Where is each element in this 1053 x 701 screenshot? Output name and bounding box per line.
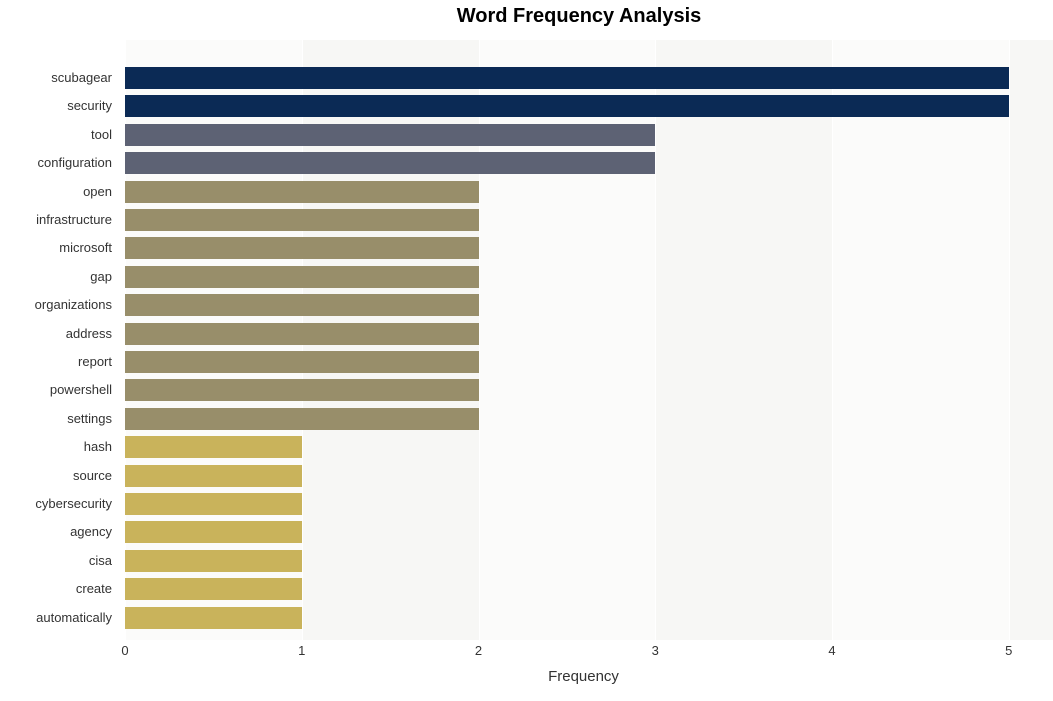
bar [125,237,479,259]
bar [125,550,302,572]
bar [125,578,302,600]
y-tick-label: infrastructure [8,209,118,231]
bar [125,209,479,231]
y-tick-label: source [8,465,118,487]
y-tick-label: settings [8,408,118,430]
bar [125,323,479,345]
bar [125,408,479,430]
bar [125,436,302,458]
chart-title: Word Frequency Analysis [10,5,1043,28]
bar [125,379,479,401]
y-tick-label: cisa [8,550,118,572]
bar [125,607,302,629]
y-tick-label: agency [8,521,118,543]
x-tick-label: 1 [298,643,305,658]
x-tick-label: 0 [121,643,128,658]
y-tick-label: organizations [8,294,118,316]
x-axis-label: Frequency [67,668,1053,685]
x-tick-label: 3 [652,643,659,658]
plot-area [125,40,1053,640]
y-tick-label: security [8,95,118,117]
bar [125,152,655,174]
bar [125,124,655,146]
y-tick-label: scubagear [8,67,118,89]
y-tick-label: configuration [8,152,118,174]
y-tick-label: hash [8,436,118,458]
y-tick-label: report [8,351,118,373]
y-tick-label: create [8,578,118,600]
x-tick-label: 4 [828,643,835,658]
bar [125,465,302,487]
bar [125,294,479,316]
bar [125,521,302,543]
y-tick-label: open [8,181,118,203]
bar [125,181,479,203]
bar [125,493,302,515]
y-tick-label: microsoft [8,237,118,259]
x-tick-label: 2 [475,643,482,658]
chart-container: Word Frequency Analysis Frequency scubag… [10,5,1043,696]
y-tick-label: address [8,323,118,345]
bar [125,95,1009,117]
bar [125,266,479,288]
y-tick-label: tool [8,124,118,146]
bar [125,351,479,373]
bar [125,67,1009,89]
y-tick-label: gap [8,266,118,288]
x-tick-label: 5 [1005,643,1012,658]
y-tick-label: powershell [8,379,118,401]
y-tick-label: automatically [8,607,118,629]
y-tick-label: cybersecurity [8,493,118,515]
